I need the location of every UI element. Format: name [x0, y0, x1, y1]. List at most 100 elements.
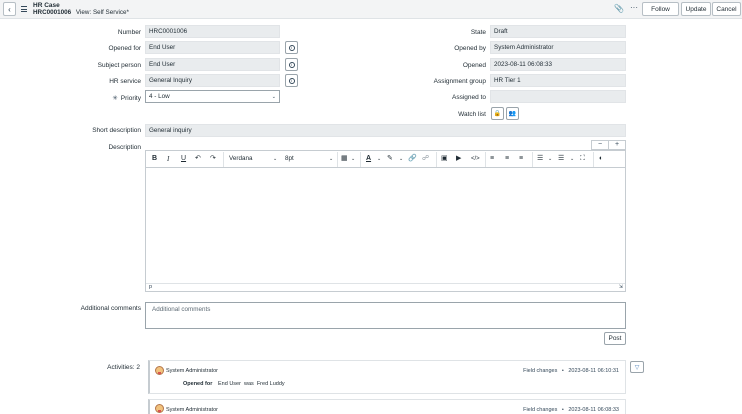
toolbar-divider — [360, 152, 361, 167]
description-editor[interactable]: B I U ↶ ↷ Verdana ⌄ 8pt ⌄ ▦ ⌄ A ⌄ ✎ ⌄ 🔗 … — [145, 150, 626, 292]
paperclip-icon[interactable]: 📎 — [614, 4, 624, 13]
activity-type: Field changes — [523, 368, 558, 374]
toolbar-divider — [532, 152, 533, 167]
separator-dot-icon: • — [561, 368, 564, 374]
activity-entry: System Administrator Field changes • 202… — [148, 360, 626, 394]
subject-person-label: Subject person — [97, 62, 141, 69]
priority-value: 4 - Low — [149, 93, 170, 100]
minus-icon[interactable]: − — [592, 141, 608, 149]
contrast-icon[interactable]: ◐ — [599, 154, 603, 164]
activity-meta: Field changes • 2023-08-11 06:10:31 — [523, 368, 619, 374]
activity-field-change: End User was Fred Luddy — [218, 381, 285, 387]
align-left-icon[interactable]: ≡ — [490, 154, 494, 164]
number-field[interactable]: HRC0001006 — [145, 25, 280, 38]
cancel-button[interactable]: Cancel — [712, 2, 741, 16]
info-icon: i — [288, 61, 295, 68]
code-icon[interactable]: </> — [471, 154, 480, 164]
opened-by-label: Opened by — [454, 45, 486, 52]
hr-service-info-button[interactable]: i — [285, 74, 298, 87]
short-description-label: Short description — [92, 127, 141, 134]
record-number: HRC0001006 — [33, 9, 72, 16]
back-button[interactable]: ‹ — [3, 2, 16, 16]
post-button[interactable]: Post — [604, 332, 626, 345]
info-icon: i — [288, 44, 295, 51]
toolbar-divider — [223, 152, 224, 167]
hr-service-field[interactable]: General Inquiry — [145, 74, 280, 87]
update-button[interactable]: Update — [681, 2, 711, 16]
redo-icon[interactable]: ↷ — [210, 154, 216, 164]
align-center-icon[interactable]: ≡ — [505, 154, 509, 164]
opened-for-field[interactable]: End User — [145, 41, 280, 54]
chevron-down-icon[interactable]: ⌄ — [351, 154, 355, 164]
more-options-icon[interactable]: ··· — [630, 3, 638, 12]
resize-handle-icon[interactable]: ⇲ — [619, 284, 623, 291]
chevron-down-icon: ⌄ — [271, 94, 276, 100]
short-description-field[interactable]: General inquiry — [145, 124, 626, 137]
text-color-icon[interactable]: A — [366, 154, 371, 164]
italic-icon[interactable]: I — [167, 154, 169, 164]
unlink-icon[interactable]: ☍ — [422, 154, 429, 164]
watch-list-label: Watch list — [458, 111, 486, 118]
toolbar-divider — [436, 152, 437, 167]
fullscreen-icon[interactable]: ⛶ — [580, 154, 585, 164]
subject-person-field[interactable]: End User — [145, 58, 280, 71]
link-icon[interactable]: 🔗 — [408, 154, 417, 164]
editor-size-controls: − + — [591, 140, 626, 150]
align-right-icon[interactable]: ≡ — [519, 154, 523, 164]
watch-list-lock-button[interactable]: 🔒 — [491, 107, 504, 120]
chevron-down-icon[interactable]: ⌄ — [548, 154, 552, 164]
filter-activity-button[interactable]: ▽ — [630, 361, 644, 373]
opened-label: Opened — [462, 62, 486, 69]
activity-type: Field changes — [523, 407, 558, 413]
undo-icon[interactable]: ↶ — [195, 154, 201, 164]
font-size-select[interactable]: 8pt — [285, 154, 294, 164]
state-field[interactable]: Draft — [490, 25, 626, 38]
editor-toolbar: B I U ↶ ↷ Verdana ⌄ 8pt ⌄ ▦ ⌄ A ⌄ ✎ ⌄ 🔗 … — [146, 151, 625, 168]
assigned-to-field[interactable] — [490, 90, 626, 103]
activity-field-name: Opened for — [183, 381, 213, 387]
opened-by-field[interactable]: System Administrator — [490, 41, 626, 54]
priority-label-text: Priority — [120, 95, 141, 102]
assignment-group-field[interactable]: HR Tier 1 — [490, 74, 626, 87]
description-label: Description — [108, 144, 141, 151]
bullet-list-icon[interactable]: ☰ — [537, 154, 543, 164]
subject-person-info-button[interactable]: i — [285, 58, 298, 71]
watch-list-add-me-button[interactable]: 👥 — [506, 107, 519, 120]
chevron-down-icon[interactable]: ⌄ — [329, 154, 333, 164]
opened-field[interactable]: 2023-08-11 06:08:33 — [490, 58, 626, 71]
avatar — [155, 404, 164, 413]
priority-label: ✳ Priority — [112, 94, 141, 102]
view-name: View: Self Service* — [75, 9, 130, 16]
follow-button[interactable]: Follow — [642, 2, 679, 16]
activity-author: System Administrator — [166, 407, 218, 413]
table-icon[interactable]: ▦ — [341, 154, 348, 164]
bold-icon[interactable]: B — [152, 154, 157, 164]
priority-select[interactable]: 4 - Low ⌄ — [145, 90, 280, 103]
activity-author: System Administrator — [166, 368, 218, 374]
record-subtitle: HRC0001006 View: Self Service* — [33, 9, 129, 16]
font-family-select[interactable]: Verdana — [229, 154, 252, 164]
number-label: Number — [117, 29, 141, 36]
hr-service-label: HR service — [109, 78, 141, 85]
numbered-list-icon[interactable]: ☰ — [558, 154, 564, 164]
opened-for-info-button[interactable]: i — [285, 41, 298, 54]
add-user-icon: 👥 — [508, 111, 517, 117]
state-label: State — [470, 29, 486, 36]
avatar — [155, 366, 164, 375]
video-icon[interactable]: ▶ — [456, 154, 461, 164]
lock-icon: 🔒 — [493, 111, 502, 117]
underline-icon[interactable]: U — [181, 154, 186, 164]
opened-for-label: Opened for — [108, 45, 141, 52]
additional-comments-input[interactable]: Additional comments — [145, 302, 626, 329]
chevron-down-icon[interactable]: ⌄ — [570, 154, 574, 164]
asterisk-icon: ✳ — [112, 95, 118, 102]
context-menu-icon[interactable] — [21, 6, 27, 12]
chevron-down-icon[interactable]: ⌄ — [399, 154, 403, 164]
chevron-down-icon[interactable]: ⌄ — [273, 154, 277, 164]
chevron-down-icon[interactable]: ⌄ — [377, 154, 381, 164]
assigned-to-label: Assigned to — [452, 94, 486, 101]
plus-icon[interactable]: + — [608, 141, 625, 149]
highlight-color-icon[interactable]: ✎ — [387, 154, 393, 164]
toolbar-divider — [337, 152, 338, 167]
image-icon[interactable]: ▣ — [441, 154, 448, 164]
